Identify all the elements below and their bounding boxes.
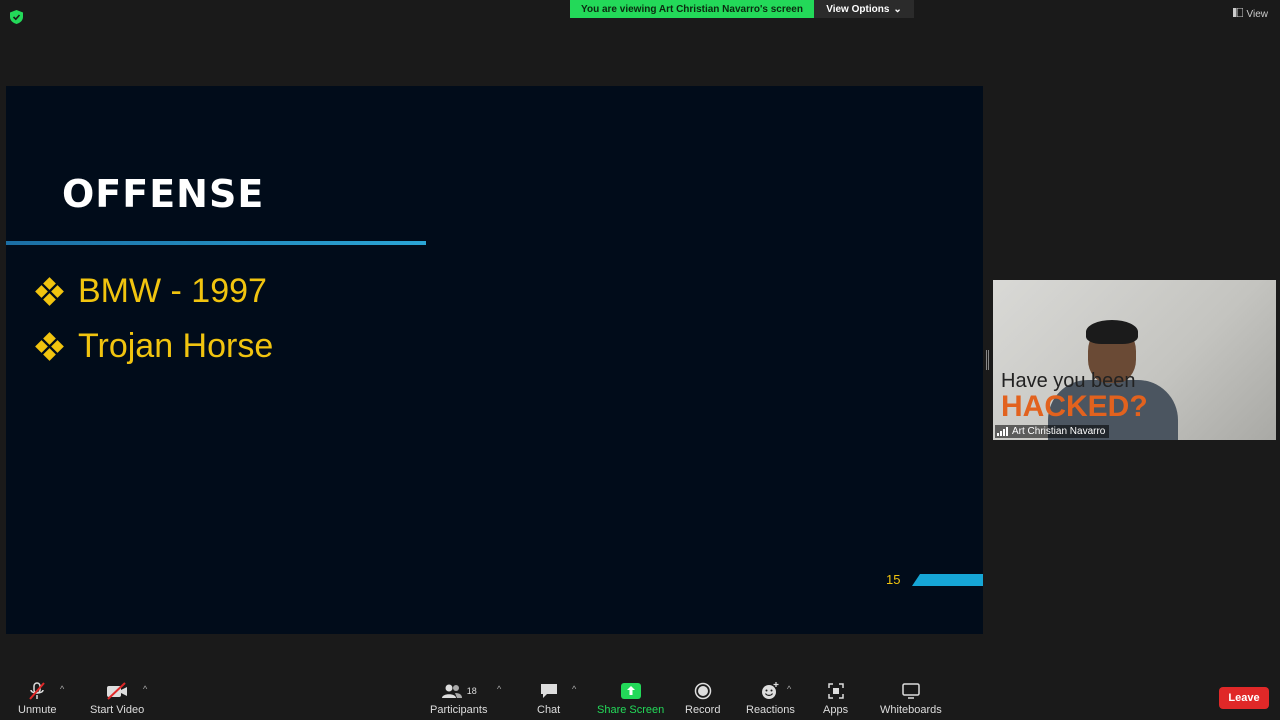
whiteboards-button[interactable]: Whiteboards: [880, 680, 942, 716]
whiteboards-label: Whiteboards: [880, 704, 942, 716]
security-shield-icon[interactable]: [10, 10, 23, 24]
record-button[interactable]: Record: [685, 680, 720, 716]
start-video-label: Start Video: [90, 704, 145, 716]
panel-resize-handle[interactable]: [986, 350, 989, 370]
participants-icon: 18: [441, 680, 477, 702]
slide-bullet-text: BMW - 1997: [78, 272, 267, 310]
diamond-bullet-icon: [35, 276, 64, 306]
slide-footer-bar: [912, 574, 983, 586]
participant-video-tile[interactable]: Have you been HACKED? Art Christian Nava…: [993, 280, 1276, 440]
share-screen-button[interactable]: Share Screen: [597, 680, 664, 716]
slide-title: OFFENSE: [62, 172, 265, 216]
record-label: Record: [685, 704, 721, 716]
participant-name-tag: Art Christian Navarro: [995, 425, 1110, 438]
participants-label: Participants: [430, 704, 488, 716]
chat-label: Chat: [537, 704, 561, 716]
chat-bubble-icon: [539, 680, 559, 702]
record-icon: [694, 680, 712, 702]
start-video-button[interactable]: Start Video: [90, 680, 144, 716]
smiley-plus-icon: [760, 680, 780, 702]
audio-options-caret-icon[interactable]: ^: [60, 684, 64, 694]
share-screen-icon: [620, 680, 641, 702]
video-overlay-headline: HACKED?: [1001, 390, 1148, 423]
participant-name: Art Christian Navarro: [1012, 426, 1106, 437]
video-options-caret-icon[interactable]: ^: [143, 684, 147, 694]
slide-bullet: Trojan Horse: [35, 327, 274, 366]
view-options-button[interactable]: View Options ⌄: [814, 0, 914, 18]
view-label: View: [1246, 8, 1269, 20]
viewing-screen-banner: You are viewing Art Christian Navarro's …: [570, 0, 814, 18]
video-person-hair: [1086, 320, 1138, 344]
view-options-label: View Options: [826, 3, 890, 15]
slide-bullet-text: Trojan Horse: [78, 327, 274, 365]
unmute-label: Unmute: [18, 704, 57, 716]
chat-button[interactable]: Chat: [537, 680, 560, 716]
slide-page-number: 15: [886, 572, 901, 587]
video-off-icon: [106, 680, 128, 702]
participants-button[interactable]: 18 Participants: [430, 680, 487, 716]
meeting-toolbar: Unmute ^ Start Video ^ 18 Participants ^…: [0, 672, 1280, 720]
whiteboard-icon: [902, 680, 920, 702]
apps-label: Apps: [823, 704, 849, 716]
slide-bullet: BMW - 1997: [35, 272, 267, 311]
participants-caret-icon[interactable]: ^: [497, 684, 501, 694]
microphone-muted-icon: [27, 680, 47, 702]
signal-strength-icon: [997, 427, 1008, 436]
reactions-caret-icon[interactable]: ^: [787, 684, 791, 694]
chevron-down-icon: ⌄: [893, 3, 902, 15]
view-layout-icon: [1232, 7, 1243, 20]
reactions-label: Reactions: [746, 704, 795, 716]
chat-caret-icon[interactable]: ^: [572, 684, 576, 694]
diamond-bullet-icon: [35, 331, 64, 361]
leave-button[interactable]: Leave: [1219, 687, 1269, 709]
meeting-window: You are viewing Art Christian Navarro's …: [0, 0, 1280, 720]
share-screen-label: Share Screen: [597, 704, 665, 716]
shared-screen-slide: OFFENSE BMW - 1997 Trojan Horse 15: [6, 86, 983, 634]
apps-icon: [827, 680, 844, 702]
apps-button[interactable]: Apps: [823, 680, 848, 716]
slide-title-underline: [6, 241, 426, 245]
unmute-button[interactable]: Unmute: [18, 680, 57, 716]
participants-count: 18: [466, 686, 477, 696]
view-button[interactable]: View: [1232, 7, 1269, 20]
